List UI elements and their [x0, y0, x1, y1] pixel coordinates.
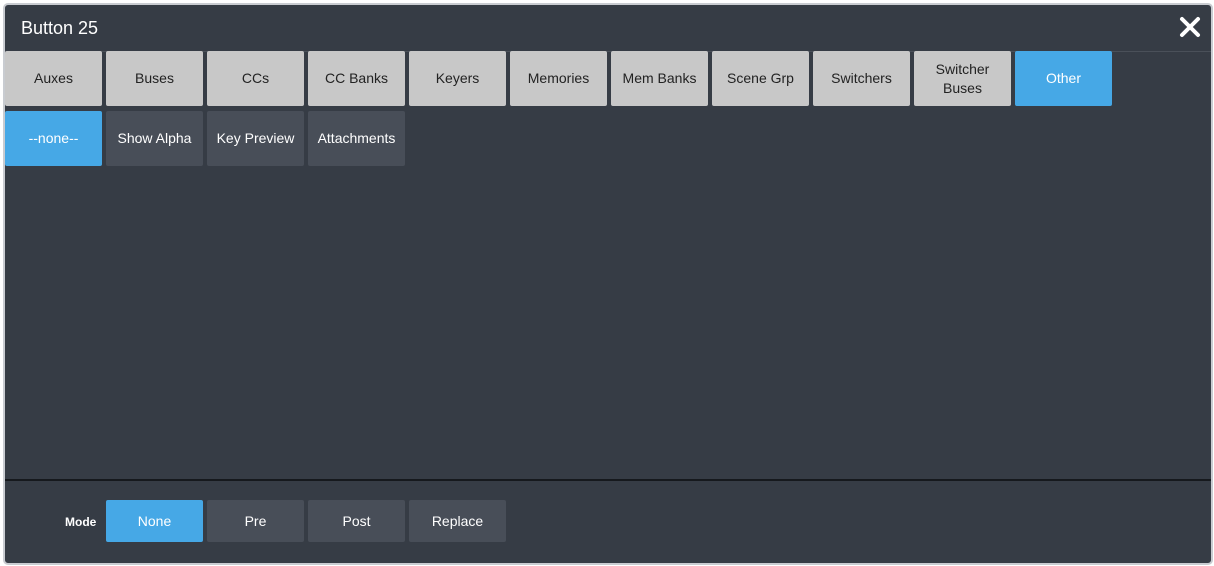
category-label: Memories — [527, 70, 590, 86]
category-switcher-buses-button[interactable]: Switcher Buses — [914, 51, 1011, 106]
category-label: CC Banks — [324, 70, 389, 86]
option-label: Key Preview — [216, 130, 295, 146]
mode-option-label: Pre — [244, 512, 267, 529]
option-show-alpha-button[interactable]: Show Alpha — [106, 111, 203, 166]
option-label: Show Alpha — [117, 130, 192, 146]
category-label: Keyers — [435, 70, 480, 86]
category-label: Other — [1045, 70, 1081, 86]
category-memories-button[interactable]: Memories — [510, 51, 607, 106]
category-label: Buses — [135, 70, 174, 86]
category-cc-banks-button[interactable]: CC Banks — [308, 51, 405, 106]
option-label: Attachments — [317, 130, 396, 146]
mode-option-label: Post — [342, 512, 371, 529]
category-mem-banks-button[interactable]: Mem Banks — [611, 51, 708, 106]
button-config-dialog: Button 25 Auxes Buses CCs CC Banks Keyer… — [3, 3, 1213, 565]
option-attachments-button[interactable]: Attachments — [308, 111, 405, 166]
category-switchers-button[interactable]: Switchers — [813, 51, 910, 106]
mode-replace-button[interactable]: Replace — [409, 500, 506, 542]
mode-post-button[interactable]: Post — [308, 500, 405, 542]
mode-option-label: Replace — [431, 512, 484, 529]
option-label: --none-- — [28, 130, 79, 146]
category-label: Auxes — [34, 70, 73, 86]
category-label: Mem Banks — [622, 70, 697, 86]
mode-option-label: None — [137, 512, 172, 529]
category-ccs-button[interactable]: CCs — [207, 51, 304, 106]
dialog-title: Button 25 — [21, 18, 99, 38]
category-label: Switchers — [831, 70, 892, 86]
footer-divider — [5, 479, 1211, 481]
title-bar: Button 25 — [5, 5, 1211, 52]
category-other-button[interactable]: Other — [1015, 51, 1112, 106]
category-scene-grp-button[interactable]: Scene Grp — [712, 51, 809, 106]
category-label: Scene Grp — [727, 70, 794, 86]
category-label: CCs — [241, 70, 270, 86]
mode-none-button[interactable]: None — [106, 500, 203, 542]
category-buses-button[interactable]: Buses — [106, 51, 203, 106]
mode-label: Mode — [65, 515, 97, 529]
option-none-button[interactable]: --none-- — [5, 111, 102, 166]
close-icon[interactable] — [1177, 14, 1203, 40]
option-key-preview-button[interactable]: Key Preview — [207, 111, 304, 166]
mode-pre-button[interactable]: Pre — [207, 500, 304, 542]
category-label: Switcher Buses — [935, 60, 990, 96]
category-keyers-button[interactable]: Keyers — [409, 51, 506, 106]
category-auxes-button[interactable]: Auxes — [5, 51, 102, 106]
